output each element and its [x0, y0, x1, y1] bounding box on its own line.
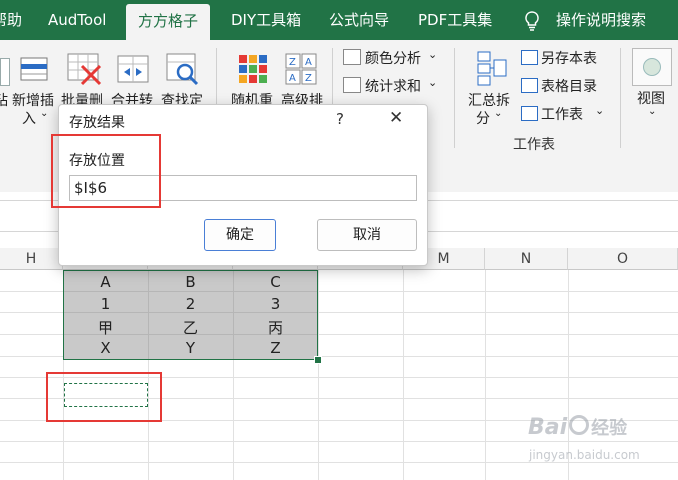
dialog-title: 存放结果 — [69, 115, 125, 131]
paste-icon — [0, 58, 10, 86]
view-button[interactable]: 视图 — [637, 88, 665, 108]
tab-help[interactable]: 帮助 — [0, 0, 22, 40]
new-insert-button[interactable]: 新增插 — [12, 90, 54, 110]
column-header-o[interactable]: O — [568, 248, 678, 270]
group-separator — [620, 48, 621, 148]
cell[interactable]: 3 — [233, 295, 318, 313]
new-insert-button-2: 入 — [22, 111, 36, 127]
color-analysis-icon — [343, 49, 361, 65]
chevron-down-icon: ⌄ — [595, 104, 605, 117]
highlight-box — [46, 372, 162, 422]
svg-text:A: A — [305, 57, 312, 68]
cell[interactable]: Y — [148, 339, 233, 357]
svg-text:Z: Z — [289, 57, 296, 68]
summary-split-button[interactable]: 汇总拆 — [468, 90, 510, 110]
grid-line — [403, 270, 404, 480]
stat-sum-button[interactable]: 统计求和 — [365, 76, 421, 96]
svg-text:A: A — [289, 73, 296, 84]
random-repeat-icon — [236, 52, 270, 90]
table-directory-icon — [521, 78, 538, 93]
tab-audtool[interactable]: AudTool — [48, 0, 106, 40]
view-icon — [632, 48, 672, 86]
column-header-n[interactable]: N — [485, 248, 568, 270]
grid-line — [318, 270, 319, 480]
color-analysis-button[interactable]: 颜色分析 — [365, 48, 421, 68]
watermark-logo: Bai 经验 — [528, 415, 628, 440]
tab-diy-toolbox[interactable]: DIY工具箱 — [231, 0, 301, 40]
lightbulb-icon — [524, 11, 540, 35]
cell[interactable]: 2 — [148, 295, 233, 313]
watermark-url: jingyan.baidu.com — [529, 448, 640, 462]
cell[interactable]: Z — [233, 339, 318, 357]
stat-sum-icon — [343, 77, 361, 93]
help-button[interactable]: ? — [336, 110, 344, 128]
chevron-down-icon: ⌄ — [428, 76, 438, 89]
worksheet-icon — [521, 106, 538, 121]
highlight-box — [51, 134, 161, 208]
save-workbook-button[interactable]: 另存本表 — [541, 48, 597, 68]
group-separator — [454, 48, 455, 148]
cell[interactable]: 1 — [63, 295, 148, 313]
tab-pdf-tools[interactable]: PDF工具集 — [418, 0, 492, 40]
summary-split-icon — [476, 50, 508, 90]
ok-button[interactable]: 确定 — [204, 219, 276, 251]
tab-fangfang[interactable]: 方方格子 — [126, 4, 211, 40]
worksheet-button[interactable]: 工作表 — [541, 104, 583, 124]
insert-rows-icon — [19, 54, 49, 88]
cell[interactable]: 丙 — [233, 317, 318, 338]
merge-convert-icon — [116, 52, 152, 90]
cell[interactable]: X — [63, 339, 148, 357]
find-locate-icon — [165, 52, 201, 90]
chevron-down-icon: ⌄ — [40, 108, 49, 119]
column-header-h[interactable]: H — [0, 248, 63, 270]
svg-text:Z: Z — [305, 73, 312, 84]
cell[interactable]: C — [233, 273, 318, 291]
tab-formula-wizard[interactable]: 公式向导 — [329, 0, 389, 40]
cell[interactable]: 乙 — [148, 317, 233, 338]
paste-label[interactable]: 粘 — [0, 90, 8, 110]
ribbon-tab-bar: 帮助 AudTool 方方格子 DIY工具箱 公式向导 PDF工具集 操作说明搜… — [0, 0, 678, 40]
search-tell-me[interactable]: 操作说明搜索 — [556, 0, 646, 40]
cell[interactable]: A — [63, 273, 148, 291]
advanced-sort-icon: ZAAZ — [284, 52, 320, 90]
chevron-down-icon: ⌄ — [428, 48, 438, 61]
grid-line — [485, 270, 486, 480]
chevron-down-icon: ⌄ — [494, 108, 503, 119]
batch-delete-icon — [66, 52, 102, 90]
save-workbook-icon — [521, 50, 538, 65]
group-label-worksheet: 工作表 — [513, 137, 555, 153]
grid-line — [0, 462, 678, 463]
summary-split-button-2: 分 — [476, 111, 490, 127]
close-button[interactable]: ✕ — [389, 108, 403, 128]
cell[interactable]: 甲 — [63, 317, 148, 338]
cell[interactable]: B — [148, 273, 233, 291]
grid-line — [0, 441, 678, 442]
cancel-button[interactable]: 取消 — [317, 219, 417, 251]
chevron-down-icon: ⌄ — [648, 106, 657, 117]
fill-handle[interactable] — [314, 356, 322, 364]
table-directory-button[interactable]: 表格目录 — [541, 76, 597, 96]
